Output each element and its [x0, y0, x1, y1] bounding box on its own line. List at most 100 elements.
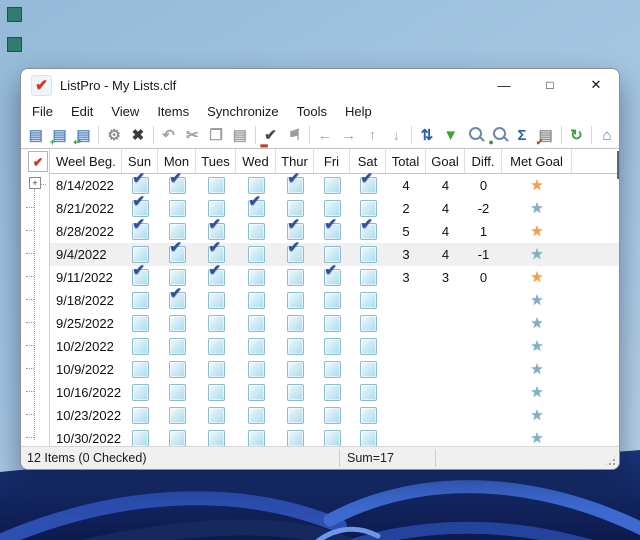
day-checkbox[interactable] [207, 315, 225, 332]
met-goal-star[interactable]: ★ [530, 362, 543, 377]
met-goal-star[interactable]: ★ [530, 178, 543, 193]
sync-button[interactable]: ↻ [565, 124, 589, 146]
close-button[interactable]: ✕ [573, 69, 619, 101]
search-button[interactable] [463, 124, 487, 146]
title-bar[interactable]: ✔ ListPro - My Lists.clf — □ ✕ [21, 69, 619, 101]
move-down-button[interactable]: ↓ [384, 124, 408, 146]
day-checkbox[interactable] [323, 338, 341, 355]
column-header-tues[interactable]: Tues [196, 149, 236, 173]
cut-button[interactable]: ✂ [180, 124, 204, 146]
day-checkbox[interactable] [247, 292, 265, 309]
day-checkbox[interactable] [247, 269, 265, 286]
home-button[interactable]: ⌂ [595, 124, 619, 146]
column-header-diff-[interactable]: Diff. [465, 149, 502, 173]
minimize-button[interactable]: — [481, 69, 527, 101]
day-checkbox[interactable] [247, 384, 265, 401]
column-header-met-goal[interactable]: Met Goal [502, 149, 572, 173]
sum-button[interactable]: Σ [510, 124, 534, 146]
menu-synchronize[interactable]: Synchronize [198, 104, 288, 119]
day-checkbox[interactable] [286, 407, 304, 424]
day-checkbox[interactable]: ✔ [286, 217, 304, 240]
day-checkbox[interactable] [323, 361, 341, 378]
day-checkbox[interactable]: ✔ [207, 240, 225, 263]
day-checkbox[interactable] [247, 177, 265, 194]
day-checkbox[interactable] [168, 430, 186, 447]
resize-grip-icon[interactable] [604, 454, 617, 467]
met-goal-star[interactable]: ★ [530, 270, 543, 285]
validate-button[interactable]: ▤ ✔ [534, 124, 558, 147]
day-checkbox[interactable] [131, 292, 149, 309]
day-checkbox[interactable] [168, 407, 186, 424]
day-checkbox[interactable]: ✔ [131, 217, 149, 240]
day-checkbox[interactable] [131, 407, 149, 424]
day-checkbox[interactable] [207, 177, 225, 194]
met-goal-star[interactable]: ★ [530, 385, 543, 400]
delete-button[interactable]: ✖ [126, 124, 150, 146]
menu-edit[interactable]: Edit [62, 104, 102, 119]
day-checkbox[interactable]: ✔ [131, 171, 149, 194]
filter-button[interactable]: ▼ [439, 124, 463, 146]
day-checkbox[interactable] [323, 430, 341, 447]
day-checkbox[interactable] [207, 338, 225, 355]
settings-button[interactable]: ⚙ [102, 124, 126, 146]
day-checkbox[interactable] [323, 246, 341, 263]
day-checkbox[interactable] [323, 200, 341, 217]
day-checkbox[interactable] [359, 361, 377, 378]
scrollbar-thumb[interactable] [617, 151, 619, 179]
day-checkbox[interactable] [247, 430, 265, 447]
day-checkbox[interactable] [168, 384, 186, 401]
met-goal-star[interactable]: ★ [530, 247, 543, 262]
day-checkbox[interactable] [247, 223, 265, 240]
desktop-shortcut-icon[interactable] [7, 7, 22, 22]
day-checkbox[interactable]: ✔ [323, 217, 341, 240]
day-checkbox[interactable] [247, 338, 265, 355]
met-goal-star[interactable]: ★ [530, 408, 543, 423]
undo-button[interactable]: ↶ [157, 124, 181, 146]
go-right-button[interactable]: → [337, 124, 361, 146]
day-checkbox[interactable] [286, 338, 304, 355]
day-checkbox[interactable] [207, 407, 225, 424]
tree-expand-icon[interactable]: + [29, 177, 41, 189]
day-checkbox[interactable] [168, 361, 186, 378]
day-checkbox[interactable] [247, 246, 265, 263]
day-checkbox[interactable] [359, 246, 377, 263]
day-checkbox[interactable] [207, 361, 225, 378]
menu-file[interactable]: File [23, 104, 62, 119]
day-checkbox[interactable]: ✔ [168, 171, 186, 194]
copy-button[interactable]: ❐ [204, 124, 228, 146]
column-header-fri[interactable]: Fri [314, 149, 350, 173]
day-checkbox[interactable] [168, 200, 186, 217]
day-checkbox[interactable] [247, 407, 265, 424]
day-checkbox[interactable]: ✔ [131, 194, 149, 217]
day-checkbox[interactable]: ✔ [359, 171, 377, 194]
menu-tools[interactable]: Tools [288, 104, 336, 119]
paste-button[interactable]: ▤ [228, 124, 252, 146]
day-checkbox[interactable]: ✔ [286, 171, 304, 194]
day-checkbox[interactable] [359, 200, 377, 217]
add-item-button[interactable]: ▤ + [48, 124, 72, 147]
insert-item-button[interactable]: ▤ ↩ [72, 124, 96, 147]
desktop-shortcut-icon[interactable] [7, 37, 22, 52]
day-checkbox[interactable] [359, 430, 377, 447]
day-checkbox[interactable]: ✔ [323, 263, 341, 286]
day-checkbox[interactable] [323, 292, 341, 309]
day-checkbox[interactable] [131, 315, 149, 332]
search-next-button[interactable]: ● [486, 124, 510, 147]
day-checkbox[interactable] [247, 361, 265, 378]
column-header-total[interactable]: Total [386, 149, 426, 173]
column-header-weel-beg-[interactable]: Weel Beg. [50, 149, 122, 173]
day-checkbox[interactable]: ✔ [207, 217, 225, 240]
day-checkbox[interactable] [323, 177, 341, 194]
column-header-wed[interactable]: Wed [236, 149, 276, 173]
go-left-button[interactable]: ← [313, 124, 337, 146]
met-goal-star[interactable]: ★ [530, 316, 543, 331]
check-item-button[interactable]: ✔ ▂ [259, 124, 283, 147]
day-checkbox[interactable] [168, 223, 186, 240]
day-checkbox[interactable] [359, 338, 377, 355]
day-checkbox[interactable] [286, 292, 304, 309]
day-checkbox[interactable] [247, 315, 265, 332]
column-header-goal[interactable]: Goal [426, 149, 465, 173]
day-checkbox[interactable] [131, 384, 149, 401]
day-checkbox[interactable] [207, 200, 225, 217]
menu-view[interactable]: View [102, 104, 148, 119]
